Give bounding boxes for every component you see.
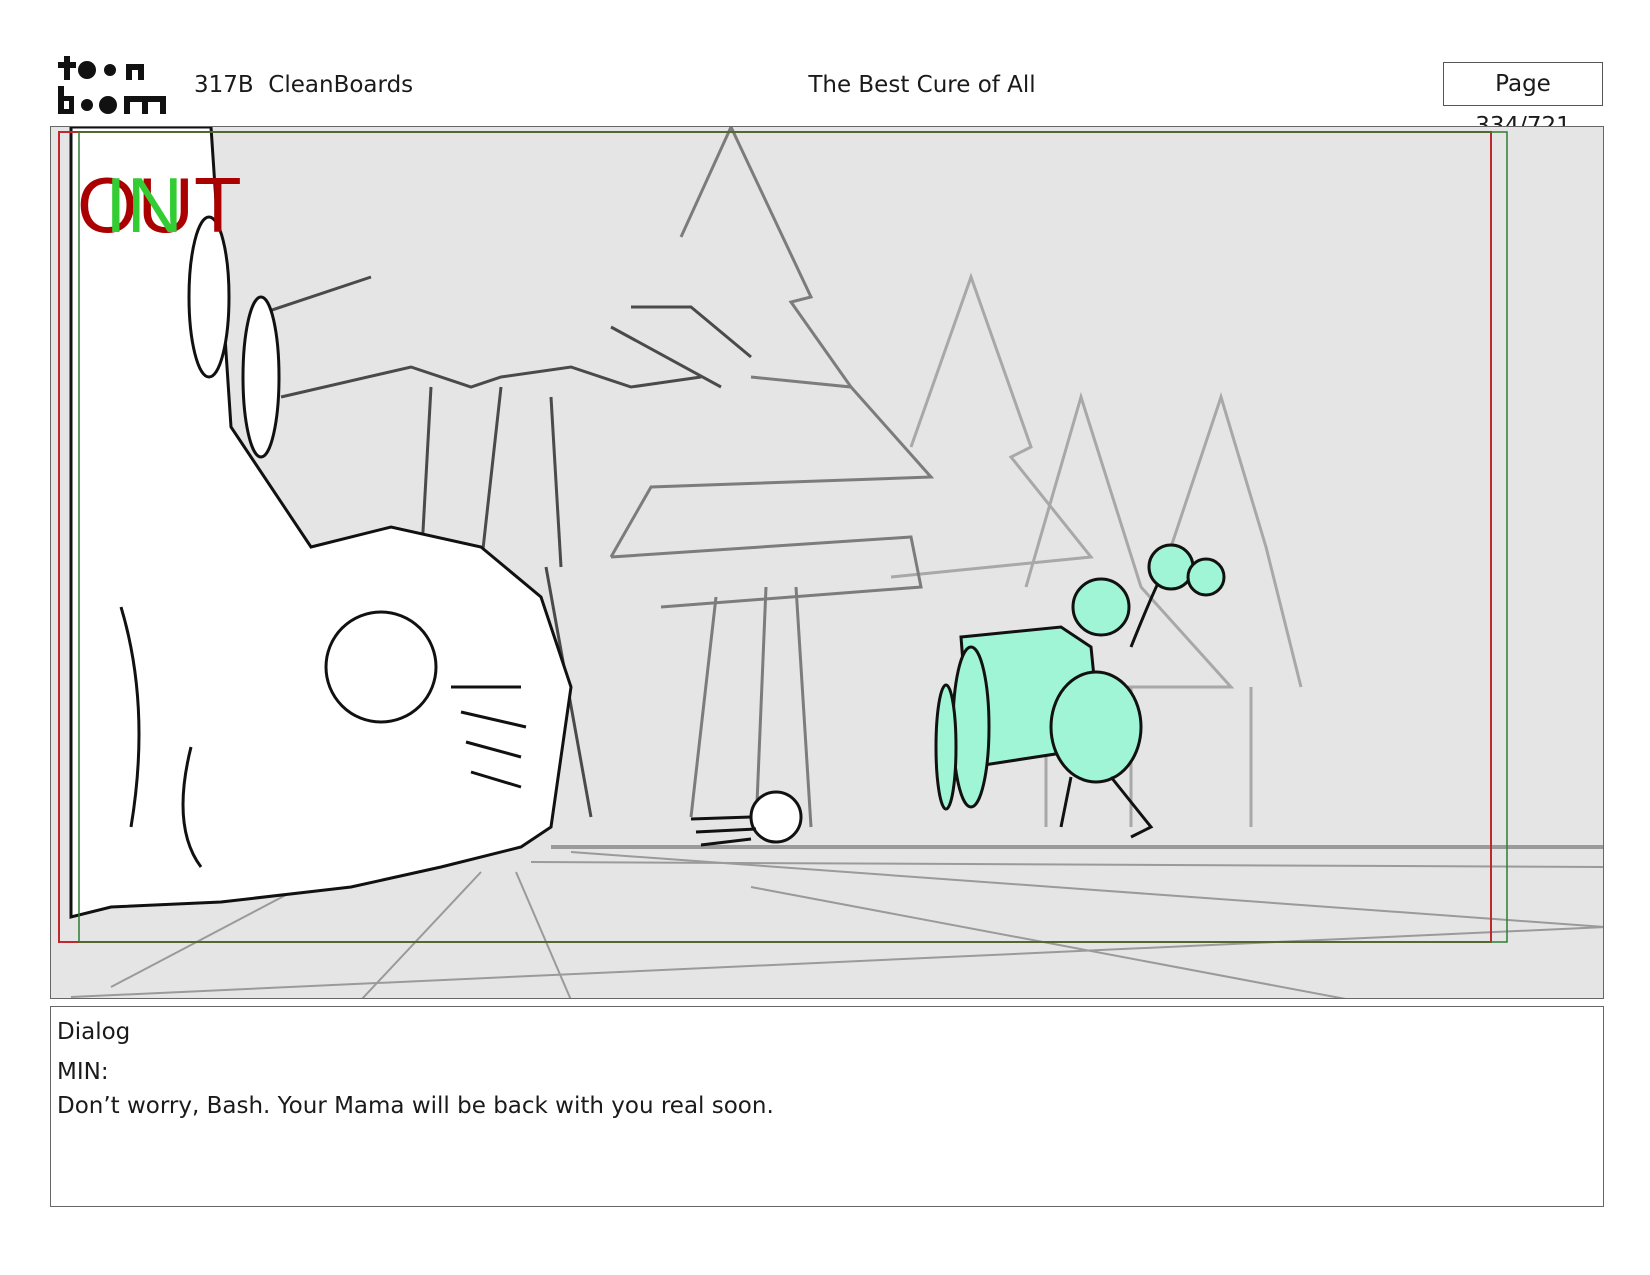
episode-title: The Best Cure of All [808, 72, 1036, 98]
dialog-line: Don’t worry, Bash. Your Mama will be bac… [57, 1093, 774, 1119]
dialog-box: Dialog MIN: Don’t worry, Bash. Your Mama… [50, 1006, 1604, 1207]
dialog-heading: Dialog [57, 1019, 131, 1045]
panel-drawing [51, 127, 1603, 998]
in-label: IN [105, 161, 183, 249]
storyboard-panel: OUT IN [50, 126, 1604, 999]
dialog-speaker: MIN: [57, 1059, 109, 1085]
page-number: Page 334/721 [1443, 62, 1603, 139]
